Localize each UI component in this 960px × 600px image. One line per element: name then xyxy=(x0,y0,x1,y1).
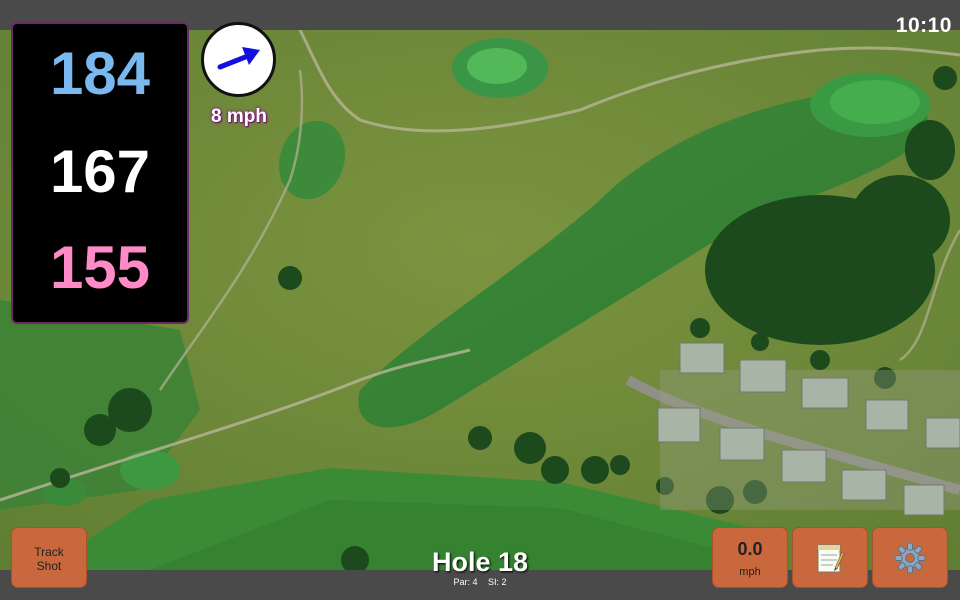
wind-speed: 8 mph xyxy=(211,106,267,127)
speed-value: 0.0 xyxy=(737,539,763,559)
speed-unit: mph xyxy=(739,566,761,578)
notes-button[interactable] xyxy=(792,527,868,588)
back-distance: 184 xyxy=(49,40,151,107)
hole-stroke-index: SI: 2 xyxy=(488,577,507,587)
gear-icon xyxy=(894,542,926,573)
track-shot-label-line1: Track xyxy=(34,545,64,559)
wind-direction-dial xyxy=(201,22,276,97)
track-shot-button[interactable]: Track Shot xyxy=(11,527,87,588)
notepad-icon xyxy=(817,544,845,572)
hole-info: Par: 4 SI: 2 xyxy=(380,577,580,587)
front-distance: 155 xyxy=(49,234,151,301)
speed-button[interactable]: 0.0 mph xyxy=(712,527,788,588)
track-shot-label-line2: Shot xyxy=(36,559,62,573)
arrow-icon xyxy=(217,47,260,70)
settings-button[interactable] xyxy=(872,527,948,588)
clock: 10:10 xyxy=(895,14,952,37)
hole-par: Par: 4 xyxy=(453,577,478,587)
distance-panel: 184 167 155 xyxy=(11,22,189,324)
middle-distance: 167 xyxy=(49,138,151,205)
hole-title: Hole 18 xyxy=(431,547,529,577)
